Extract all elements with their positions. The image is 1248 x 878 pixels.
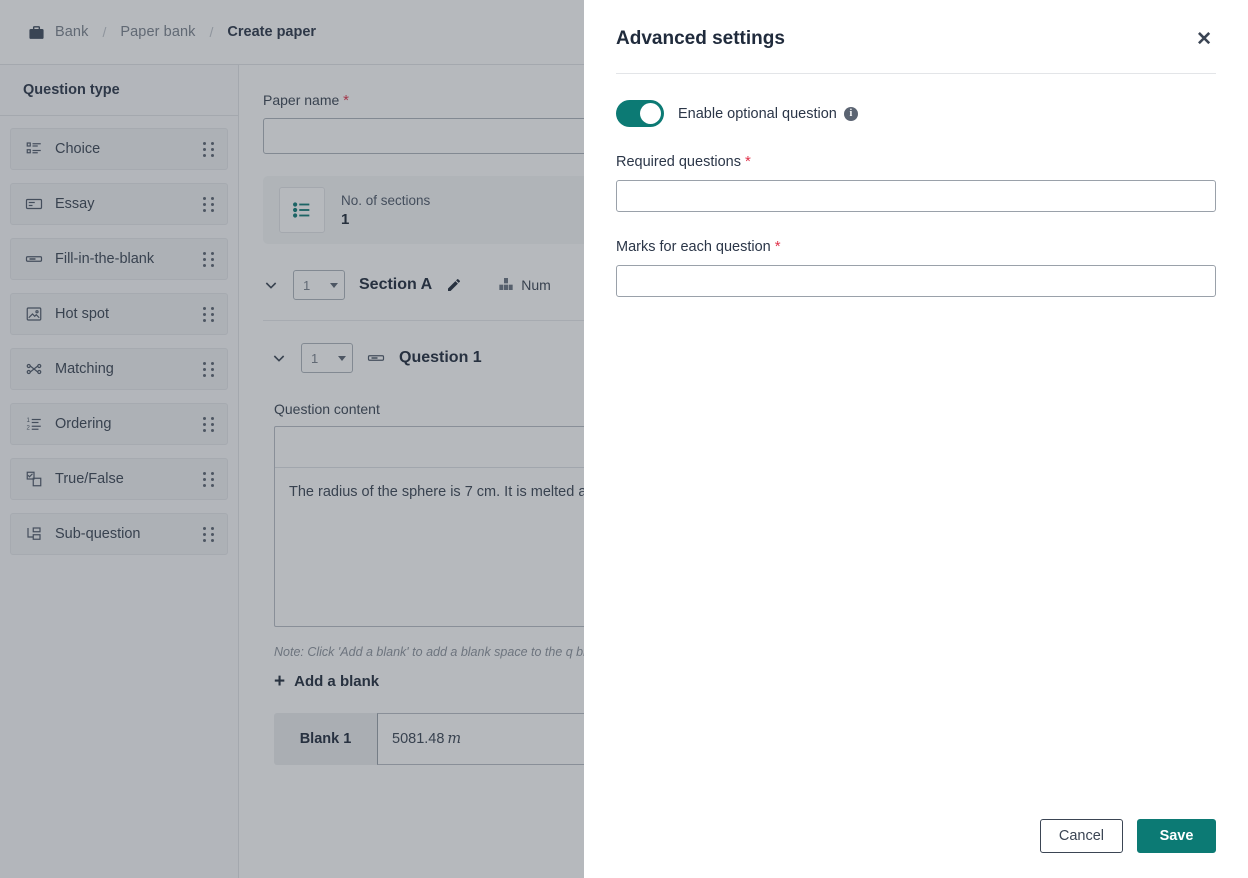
modal-footer: Cancel Save — [584, 819, 1248, 878]
required-questions-input[interactable] — [616, 180, 1216, 212]
app-root: Bank / Paper bank / Create paper Questio… — [0, 0, 1248, 878]
advanced-settings-panel: Advanced settings ✕ Enable optional ques… — [584, 0, 1248, 878]
required-questions-label-text: Required questions — [616, 154, 741, 170]
toggle-label-text: Enable optional question — [678, 105, 837, 122]
enable-optional-question-row: Enable optional question i — [616, 100, 1216, 127]
marks-per-question-field: Marks for each question * — [616, 238, 1216, 297]
modal-body: Enable optional question i Required ques… — [584, 74, 1248, 819]
info-icon[interactable]: i — [843, 106, 858, 121]
save-button[interactable]: Save — [1137, 819, 1216, 853]
modal-header: Advanced settings ✕ — [584, 0, 1248, 51]
marks-per-question-input[interactable] — [616, 265, 1216, 297]
required-questions-field: Required questions * — [616, 153, 1216, 212]
required-asterisk: * — [744, 153, 751, 170]
required-questions-label: Required questions * — [616, 153, 1216, 170]
close-icon[interactable]: ✕ — [1192, 28, 1216, 51]
marks-per-question-label: Marks for each question * — [616, 238, 1216, 255]
enable-optional-question-toggle[interactable] — [616, 100, 664, 127]
marks-per-question-label-text: Marks for each question — [616, 239, 771, 255]
toggle-knob — [640, 103, 661, 124]
cancel-button[interactable]: Cancel — [1039, 819, 1123, 853]
modal-title: Advanced settings — [616, 28, 785, 49]
required-asterisk: * — [774, 238, 781, 255]
enable-optional-question-label: Enable optional question i — [678, 106, 858, 122]
